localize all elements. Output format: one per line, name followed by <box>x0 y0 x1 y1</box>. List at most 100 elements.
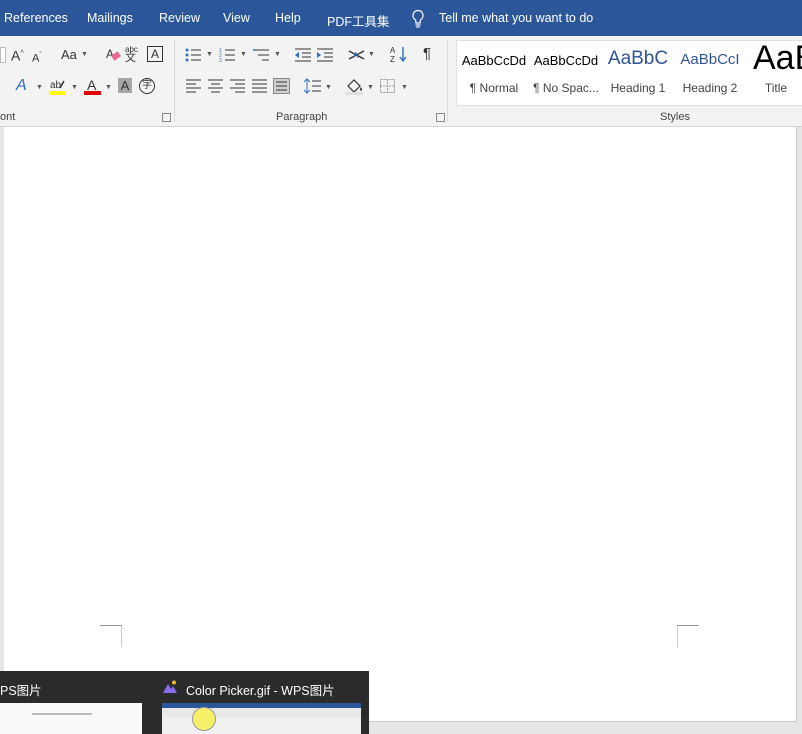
character-shading-icon: A <box>120 78 130 93</box>
style-sample: AaBbCcDd <box>461 53 527 68</box>
font-group-label: ont <box>0 111 16 123</box>
distributed-button[interactable] <box>273 78 291 98</box>
paragraph-dialog-launcher-icon[interactable] <box>436 113 445 122</box>
font-color-icon: A <box>84 77 101 95</box>
text-effects-button[interactable]: A <box>16 78 27 94</box>
svg-text:A: A <box>106 47 114 61</box>
clear-formatting-button[interactable]: A <box>105 46 121 66</box>
paragraph-group-label: Paragraph <box>276 111 328 123</box>
highlighter-icon: ab <box>49 80 65 95</box>
line-spacing-button[interactable] <box>303 78 322 98</box>
ribbon: A^ Aˇ Aa ▼ A abc 文 A A ▼ ab ▼ A ▼ A 字 ont… <box>0 36 802 127</box>
font-color-button[interactable]: A <box>84 77 102 100</box>
taskbar-thumbnail-popup: PS图片 Color Picker.gif - WPS图片 <box>0 671 369 734</box>
borders-button[interactable] <box>380 79 396 98</box>
tab-help[interactable]: Help <box>275 11 301 25</box>
tell-me-label: Tell me what you want to do <box>439 11 594 25</box>
sort-icon: AZ <box>390 46 407 64</box>
numbering-icon: 123 <box>219 48 235 64</box>
tab-references[interactable]: References <box>4 11 68 25</box>
tab-mailings[interactable]: Mailings <box>87 11 133 25</box>
grow-font-icon: A <box>11 47 21 64</box>
tab-review[interactable]: Review <box>159 11 200 25</box>
decrease-indent-icon <box>295 48 311 62</box>
lightbulb-icon <box>412 9 424 28</box>
document-page[interactable] <box>4 127 797 722</box>
svg-text:A: A <box>87 78 97 93</box>
style-sample: AaBbCcDd <box>533 53 599 68</box>
style-heading-2[interactable]: AaBbCcI Heading 2 <box>677 41 743 103</box>
style-name: Heading 1 <box>610 81 666 95</box>
shrink-font-button[interactable]: Aˇ <box>32 48 42 67</box>
style-sample: AaBbC <box>607 48 669 69</box>
chevron-down-icon: ▼ <box>71 84 78 91</box>
character-border-button[interactable]: A <box>147 46 163 62</box>
paint-bucket-icon <box>345 79 363 95</box>
ribbon-tab-bar: References Mailings Review View Help PDF… <box>0 0 802 36</box>
preview-magnifier <box>192 707 216 731</box>
svg-text:3: 3 <box>219 58 222 63</box>
font-dialog-launcher-icon[interactable] <box>162 113 171 122</box>
highlight-color-button[interactable]: ab <box>48 78 68 100</box>
text-effects-icon: A <box>16 77 27 94</box>
chevron-down-icon: ▼ <box>240 51 247 58</box>
svg-text:A: A <box>390 46 396 55</box>
style-sample: AaBbCcI <box>680 51 740 68</box>
asian-layout-icon: A <box>348 50 365 60</box>
line-spacing-icon <box>303 78 321 94</box>
character-border-icon: A <box>150 47 159 61</box>
group-separator <box>174 40 175 122</box>
thumbnail-preview[interactable] <box>0 703 142 734</box>
bullets-button[interactable] <box>185 47 203 67</box>
align-left-icon <box>186 79 201 93</box>
change-case-icon: Aa <box>61 47 77 62</box>
enclose-characters-button[interactable]: 字 <box>139 78 155 94</box>
chevron-down-icon: ▼ <box>206 51 213 58</box>
group-separator <box>447 40 448 122</box>
show-formatting-marks-button[interactable]: ¶ <box>423 46 431 62</box>
increase-indent-icon <box>317 48 333 62</box>
style-name: ¶ No Spac... <box>533 81 599 95</box>
increase-indent-button[interactable] <box>316 47 334 67</box>
style-title[interactable]: AaB Title <box>749 41 802 103</box>
svg-text:A: A <box>353 51 359 60</box>
svg-text:ab: ab <box>50 80 62 91</box>
asian-layout-button[interactable]: A <box>347 47 367 67</box>
change-case-button[interactable]: Aa <box>61 47 77 63</box>
align-right-icon <box>230 79 245 93</box>
character-shading-button[interactable]: A <box>118 78 132 93</box>
bullets-icon <box>185 48 201 62</box>
preview-text-line <box>32 713 92 715</box>
decrease-indent-button[interactable] <box>294 47 312 67</box>
thumbnail-title[interactable]: Color Picker.gif - WPS图片 <box>186 680 335 699</box>
font-size-box[interactable] <box>0 47 6 63</box>
thumbnail-title[interactable]: PS图片 <box>0 680 42 699</box>
styles-gallery: AaBbCcDd ¶ Normal AaBbCcDd ¶ No Spac... … <box>456 40 802 106</box>
sort-button[interactable]: AZ <box>390 45 408 67</box>
align-right-button[interactable] <box>230 79 246 97</box>
pilcrow-icon: ¶ <box>423 45 432 62</box>
style-name: Heading 2 <box>682 81 738 95</box>
chevron-down-icon: ▼ <box>368 51 375 58</box>
grow-font-button[interactable]: A^ <box>11 46 24 64</box>
style-heading-1[interactable]: AaBbC Heading 1 <box>605 41 671 103</box>
margin-corner-mark <box>100 625 122 647</box>
align-center-icon <box>208 79 223 93</box>
multilevel-list-button[interactable] <box>253 47 271 67</box>
tab-view[interactable]: View <box>223 11 250 25</box>
phonetic-guide-button[interactable]: abc 文 <box>125 45 138 64</box>
style-normal[interactable]: AaBbCcDd ¶ Normal <box>461 41 527 103</box>
tab-pdf-tools[interactable]: PDF工具集 <box>327 11 390 30</box>
justify-button[interactable] <box>252 79 268 97</box>
svg-text:Z: Z <box>390 55 395 63</box>
chevron-down-icon: ▼ <box>105 84 112 91</box>
styles-group-label: Styles <box>660 111 690 123</box>
style-sample: AaB <box>753 41 802 77</box>
shading-button[interactable] <box>345 77 365 99</box>
style-no-spacing[interactable]: AaBbCcDd ¶ No Spac... <box>533 41 599 103</box>
numbering-button[interactable]: 123 <box>219 47 237 67</box>
chevron-down-icon: ▼ <box>401 84 408 91</box>
align-center-button[interactable] <box>208 79 224 97</box>
thumbnail-preview[interactable] <box>162 703 361 734</box>
align-left-button[interactable] <box>186 79 202 97</box>
